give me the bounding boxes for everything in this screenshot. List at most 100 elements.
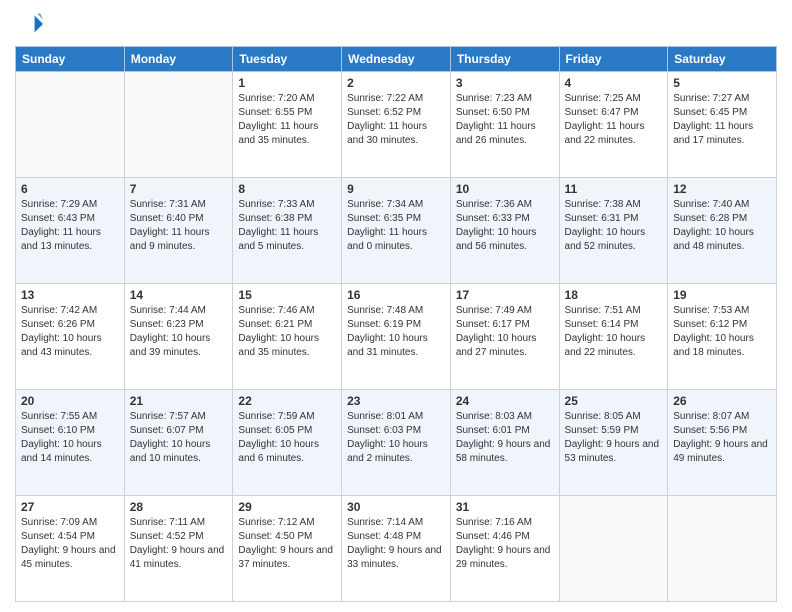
day-info: Sunrise: 7:53 AM Sunset: 6:12 PM Dayligh… [673, 304, 771, 360]
day-number: 16 [347, 288, 445, 302]
week-row-4: 20Sunrise: 7:55 AM Sunset: 6:10 PM Dayli… [16, 390, 777, 496]
day-cell [124, 72, 233, 178]
day-cell: 31 Sunrise: 7:16 AM Sunset: 4:46 PM Dayli… [450, 496, 559, 602]
day-cell: 8Sunrise: 7:33 AM Sunset: 6:38 PM Daylig… [233, 178, 342, 284]
day-cell: 28 Sunrise: 7:11 AM Sunset: 4:52 PM Dayli… [124, 496, 233, 602]
day-number: 8 [238, 182, 336, 196]
day-info: Sunrise: 7:12 AM Sunset: 4:50 PM Dayligh… [238, 516, 336, 572]
day-info: Sunrise: 7:44 AM Sunset: 6:23 PM Dayligh… [130, 304, 228, 360]
day-cell: 4 Sunrise: 7:25 AM Sunset: 6:47 PM Daylig… [559, 72, 668, 178]
day-number: 6 [21, 182, 119, 196]
day-cell: 10 Sunrise: 7:36 AM Sunset: 6:33 PM Dayli… [450, 178, 559, 284]
day-cell: 1 Sunrise: 7:20 AM Sunset: 6:55 PM Daylig… [233, 72, 342, 178]
day-number: 11 [565, 182, 663, 196]
day-cell: 25 Sunrise: 8:05 AM Sunset: 5:59 PM Dayli… [559, 390, 668, 496]
day-cell: 13 Sunrise: 7:42 AM Sunset: 6:26 PM Dayli… [16, 284, 125, 390]
day-number: 22 [238, 394, 336, 408]
day-number: 7 [130, 182, 228, 196]
day-cell [16, 72, 125, 178]
day-number: 10 [456, 182, 554, 196]
weekday-saturday: Saturday [668, 47, 777, 72]
logo-icon [15, 10, 43, 38]
day-info: Sunrise: 7:27 AM Sunset: 6:45 PM Dayligh… [673, 92, 771, 148]
day-info: Sunrise: 7:59 AM Sunset: 6:05 PM Dayligh… [238, 410, 336, 466]
day-info: Sunrise: 8:05 AM Sunset: 5:59 PM Dayligh… [565, 410, 663, 466]
day-cell: 3 Sunrise: 7:23 AM Sunset: 6:50 PM Daylig… [450, 72, 559, 178]
week-row-5: 27Sunrise: 7:09 AM Sunset: 4:54 PM Dayli… [16, 496, 777, 602]
weekday-header-row: SundayMondayTuesdayWednesdayThursdayFrid… [16, 47, 777, 72]
weekday-tuesday: Tuesday [233, 47, 342, 72]
day-number: 13 [21, 288, 119, 302]
day-cell: 2 Sunrise: 7:22 AM Sunset: 6:52 PM Daylig… [342, 72, 451, 178]
day-info: Sunrise: 7:42 AM Sunset: 6:26 PM Dayligh… [21, 304, 119, 360]
day-number: 15 [238, 288, 336, 302]
day-info: Sunrise: 7:11 AM Sunset: 4:52 PM Dayligh… [130, 516, 228, 572]
day-info: Sunrise: 7:57 AM Sunset: 6:07 PM Dayligh… [130, 410, 228, 466]
day-info: Sunrise: 7:49 AM Sunset: 6:17 PM Dayligh… [456, 304, 554, 360]
day-cell: 27Sunrise: 7:09 AM Sunset: 4:54 PM Dayli… [16, 496, 125, 602]
day-number: 4 [565, 76, 663, 90]
day-info: Sunrise: 7:38 AM Sunset: 6:31 PM Dayligh… [565, 198, 663, 254]
day-cell [559, 496, 668, 602]
day-cell [668, 496, 777, 602]
day-cell: 21Sunrise: 7:57 AM Sunset: 6:07 PM Dayli… [124, 390, 233, 496]
logo [15, 10, 47, 38]
day-info: Sunrise: 7:16 AM Sunset: 4:46 PM Dayligh… [456, 516, 554, 572]
day-number: 27 [21, 500, 119, 514]
header [15, 10, 777, 38]
day-cell: 17Sunrise: 7:49 AM Sunset: 6:17 PM Dayli… [450, 284, 559, 390]
day-cell: 12 Sunrise: 7:40 AM Sunset: 6:28 PM Dayli… [668, 178, 777, 284]
day-cell: 9Sunrise: 7:34 AM Sunset: 6:35 PM Daylig… [342, 178, 451, 284]
day-cell: 5 Sunrise: 7:27 AM Sunset: 6:45 PM Daylig… [668, 72, 777, 178]
day-info: Sunrise: 8:07 AM Sunset: 5:56 PM Dayligh… [673, 410, 771, 466]
day-info: Sunrise: 7:31 AM Sunset: 6:40 PM Dayligh… [130, 198, 228, 254]
day-number: 5 [673, 76, 771, 90]
weekday-wednesday: Wednesday [342, 47, 451, 72]
day-info: Sunrise: 7:23 AM Sunset: 6:50 PM Dayligh… [456, 92, 554, 148]
week-row-2: 6Sunrise: 7:29 AM Sunset: 6:43 PM Daylig… [16, 178, 777, 284]
day-info: Sunrise: 7:20 AM Sunset: 6:55 PM Dayligh… [238, 92, 336, 148]
day-info: Sunrise: 7:48 AM Sunset: 6:19 PM Dayligh… [347, 304, 445, 360]
day-info: Sunrise: 7:46 AM Sunset: 6:21 PM Dayligh… [238, 304, 336, 360]
day-info: Sunrise: 7:51 AM Sunset: 6:14 PM Dayligh… [565, 304, 663, 360]
day-number: 23 [347, 394, 445, 408]
day-cell: 26 Sunrise: 8:07 AM Sunset: 5:56 PM Dayli… [668, 390, 777, 496]
day-cell: 23 Sunrise: 8:01 AM Sunset: 6:03 PM Dayli… [342, 390, 451, 496]
day-cell: 24 Sunrise: 8:03 AM Sunset: 6:01 PM Dayli… [450, 390, 559, 496]
day-cell: 11 Sunrise: 7:38 AM Sunset: 6:31 PM Dayli… [559, 178, 668, 284]
day-cell: 16 Sunrise: 7:48 AM Sunset: 6:19 PM Dayli… [342, 284, 451, 390]
day-number: 12 [673, 182, 771, 196]
day-number: 28 [130, 500, 228, 514]
day-number: 14 [130, 288, 228, 302]
day-number: 19 [673, 288, 771, 302]
day-number: 31 [456, 500, 554, 514]
calendar-table: SundayMondayTuesdayWednesdayThursdayFrid… [15, 46, 777, 602]
day-info: Sunrise: 8:01 AM Sunset: 6:03 PM Dayligh… [347, 410, 445, 466]
page: SundayMondayTuesdayWednesdayThursdayFrid… [0, 0, 792, 612]
day-number: 9 [347, 182, 445, 196]
day-number: 2 [347, 76, 445, 90]
day-info: Sunrise: 7:25 AM Sunset: 6:47 PM Dayligh… [565, 92, 663, 148]
day-info: Sunrise: 7:36 AM Sunset: 6:33 PM Dayligh… [456, 198, 554, 254]
day-cell: 22 Sunrise: 7:59 AM Sunset: 6:05 PM Dayli… [233, 390, 342, 496]
day-info: Sunrise: 7:40 AM Sunset: 6:28 PM Dayligh… [673, 198, 771, 254]
week-row-1: 1 Sunrise: 7:20 AM Sunset: 6:55 PM Daylig… [16, 72, 777, 178]
day-number: 26 [673, 394, 771, 408]
weekday-thursday: Thursday [450, 47, 559, 72]
day-number: 24 [456, 394, 554, 408]
day-cell: 29Sunrise: 7:12 AM Sunset: 4:50 PM Dayli… [233, 496, 342, 602]
week-row-3: 13 Sunrise: 7:42 AM Sunset: 6:26 PM Dayli… [16, 284, 777, 390]
day-cell: 6Sunrise: 7:29 AM Sunset: 6:43 PM Daylig… [16, 178, 125, 284]
day-info: Sunrise: 7:14 AM Sunset: 4:48 PM Dayligh… [347, 516, 445, 572]
day-number: 18 [565, 288, 663, 302]
day-info: Sunrise: 7:55 AM Sunset: 6:10 PM Dayligh… [21, 410, 119, 466]
weekday-friday: Friday [559, 47, 668, 72]
weekday-monday: Monday [124, 47, 233, 72]
day-number: 25 [565, 394, 663, 408]
day-number: 3 [456, 76, 554, 90]
day-cell: 30Sunrise: 7:14 AM Sunset: 4:48 PM Dayli… [342, 496, 451, 602]
day-info: Sunrise: 7:22 AM Sunset: 6:52 PM Dayligh… [347, 92, 445, 148]
day-info: Sunrise: 8:03 AM Sunset: 6:01 PM Dayligh… [456, 410, 554, 466]
day-cell: 19 Sunrise: 7:53 AM Sunset: 6:12 PM Dayli… [668, 284, 777, 390]
day-number: 1 [238, 76, 336, 90]
